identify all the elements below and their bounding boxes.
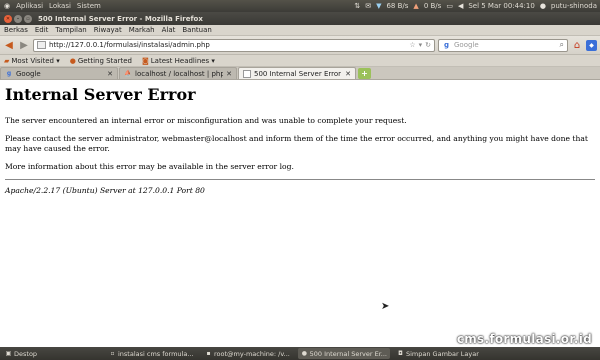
window-icon: ▫ bbox=[110, 350, 115, 357]
window-minimize-button[interactable]: – bbox=[14, 14, 22, 23]
search-icon[interactable]: ⌕ bbox=[560, 40, 564, 50]
watermark: cms.formulasi.or.id bbox=[456, 332, 592, 346]
menubar: Berkas Edit Tampilan Riwayat Markah Alat… bbox=[0, 25, 600, 36]
rss-icon: ◙ bbox=[141, 56, 149, 65]
close-icon[interactable]: ✕ bbox=[107, 70, 113, 78]
menu-bantuan[interactable]: Bantuan bbox=[182, 26, 211, 34]
bookmark-label: Latest Headlines ▾ bbox=[150, 56, 215, 65]
bookmark-most-visited[interactable]: ▰ Most Visited ▾ bbox=[4, 57, 60, 65]
taskbar-item-screenshot[interactable]: ◘ Simpan Gambar Layar bbox=[394, 348, 486, 359]
mail-icon[interactable]: ✉ bbox=[365, 2, 371, 10]
user-icon: ● bbox=[539, 2, 546, 10]
network-icon[interactable]: ⇅ bbox=[354, 2, 360, 10]
bookmark-getting-started[interactable]: ● Getting Started bbox=[70, 57, 132, 65]
top-system-panel: ◉ Aplikasi Lokasi Sistem ⇅ ✉ ▼ 68 B/s ▲ … bbox=[0, 0, 600, 12]
window-close-button[interactable]: ✕ bbox=[4, 14, 12, 23]
taskbar-label: 500 Internal Server Er... bbox=[309, 349, 387, 358]
system-menu[interactable]: Sistem bbox=[77, 2, 101, 10]
places-menu[interactable]: Lokasi bbox=[49, 2, 71, 10]
tab-bar: g Google ✕ ⛵ localhost / localhost | php… bbox=[0, 67, 600, 80]
google-search-engine-icon[interactable]: g bbox=[442, 41, 451, 50]
tab-server-error[interactable]: 500 Internal Server Error ✕ bbox=[238, 67, 356, 79]
forward-arrow-icon[interactable]: ▶ bbox=[18, 39, 30, 51]
taskbar-label: Destop bbox=[14, 349, 38, 358]
url-bar[interactable]: http://127.0.0.1/formulasi/instalasi/adm… bbox=[33, 38, 435, 52]
download-arrow-icon: ▼ bbox=[376, 2, 382, 10]
firefox-icon: ● bbox=[301, 350, 307, 357]
log-message: More information about this error may be… bbox=[5, 161, 294, 171]
search-input[interactable]: Google bbox=[454, 41, 557, 49]
back-arrow-icon[interactable]: ◀ bbox=[3, 39, 15, 51]
home-icon[interactable]: ⌂ bbox=[571, 39, 583, 51]
taskbar-show-desktop[interactable]: ▣ Destop bbox=[2, 348, 102, 359]
battery-icon[interactable]: ▭ bbox=[446, 2, 453, 10]
new-tab-button[interactable]: + bbox=[358, 68, 371, 79]
menu-berkas[interactable]: Berkas bbox=[4, 26, 28, 34]
bookmark-star-icon[interactable]: ☆ bbox=[409, 41, 415, 49]
ubuntu-logo-icon[interactable]: ◉ bbox=[4, 2, 10, 10]
menu-edit[interactable]: Edit bbox=[35, 26, 49, 34]
contact-message: Please contact the server administrator,… bbox=[5, 133, 588, 153]
tab-phpmyadmin[interactable]: ⛵ localhost / localhost | phpM... ✕ bbox=[119, 67, 237, 79]
close-icon[interactable]: ✕ bbox=[345, 70, 351, 78]
window-maximize-button[interactable]: ▫ bbox=[24, 14, 32, 23]
error-message: The server encountered an internal error… bbox=[5, 116, 407, 125]
page-content: Internal Server Error The server encount… bbox=[0, 81, 600, 347]
navigation-toolbar: ◀ ▶ http://127.0.0.1/formulasi/instalasi… bbox=[0, 36, 600, 55]
bookmark-label: Getting Started bbox=[77, 56, 132, 65]
bottom-taskbar: ▣ Destop ▫ instalasi cms formula... ▪ ro… bbox=[0, 347, 600, 360]
mouse-cursor-icon: ➤ bbox=[381, 301, 390, 312]
window-title: 500 Internal Server Error - Mozilla Fire… bbox=[38, 14, 203, 23]
window-titlebar[interactable]: ✕ – ▫ 500 Internal Server Error - Mozill… bbox=[0, 12, 600, 25]
upload-arrow-icon: ▲ bbox=[413, 2, 419, 10]
bookmark-label: Most Visited ▾ bbox=[11, 56, 60, 65]
volume-icon[interactable]: ◀ bbox=[458, 2, 463, 10]
menu-riwayat[interactable]: Riwayat bbox=[94, 26, 122, 34]
clock[interactable]: Sel 5 Mar 00:44:10 bbox=[468, 2, 534, 10]
tab-google[interactable]: g Google ✕ bbox=[0, 67, 118, 79]
bookmark-latest-headlines[interactable]: ◙ Latest Headlines ▾ bbox=[142, 57, 215, 65]
tab-label: localhost / localhost | phpM... bbox=[135, 69, 223, 78]
reload-icon[interactable]: ↻ bbox=[425, 41, 431, 49]
site-identity-icon[interactable] bbox=[37, 41, 46, 49]
taskbar-label: Simpan Gambar Layar bbox=[406, 349, 479, 358]
google-favicon-icon: g bbox=[6, 70, 12, 77]
taskbar-label: instalasi cms formula... bbox=[118, 349, 194, 358]
search-bar[interactable]: g Google ⌕ bbox=[438, 38, 568, 52]
dropdown-arrow-icon[interactable]: ▾ bbox=[419, 41, 423, 49]
bookmarks-toolbar: ▰ Most Visited ▾ ● Getting Started ◙ Lat… bbox=[0, 55, 600, 67]
taskbar-label: root@my-machine: /v... bbox=[214, 349, 290, 358]
menu-alat[interactable]: Alat bbox=[162, 26, 176, 34]
terminal-icon: ▪ bbox=[206, 350, 211, 357]
close-icon[interactable]: ✕ bbox=[226, 70, 232, 78]
page-title: Internal Server Error bbox=[5, 85, 196, 104]
user-name[interactable]: putu-shinoda bbox=[551, 2, 597, 10]
taskbar-item-installer[interactable]: ▫ instalasi cms formula... bbox=[106, 348, 198, 359]
menu-tampilan[interactable]: Tampilan bbox=[55, 26, 86, 34]
folder-icon: ▰ bbox=[4, 56, 10, 65]
taskbar-item-terminal[interactable]: ▪ root@my-machine: /v... bbox=[202, 348, 294, 359]
server-signature: Apache/2.2.17 (Ubuntu) Server at 127.0.0… bbox=[5, 186, 205, 196]
addon-icon[interactable]: ◆ bbox=[586, 39, 597, 51]
phpmyadmin-favicon-icon: ⛵ bbox=[124, 70, 132, 77]
download-speed: 68 B/s bbox=[386, 2, 409, 10]
upload-speed: 0 B/s bbox=[423, 2, 442, 10]
taskbar-item-firefox[interactable]: ● 500 Internal Server Er... bbox=[298, 348, 390, 359]
firefox-icon: ● bbox=[69, 56, 76, 65]
desktop-icon: ▣ bbox=[5, 350, 12, 357]
tab-label: Google bbox=[16, 69, 41, 78]
tab-label: 500 Internal Server Error bbox=[254, 69, 342, 78]
url-input[interactable]: http://127.0.0.1/formulasi/instalasi/adm… bbox=[49, 41, 406, 49]
page-favicon-icon bbox=[243, 69, 251, 78]
divider bbox=[5, 179, 595, 181]
camera-icon: ◘ bbox=[398, 350, 403, 357]
menu-markah[interactable]: Markah bbox=[129, 26, 155, 34]
apps-menu[interactable]: Aplikasi bbox=[16, 2, 43, 10]
